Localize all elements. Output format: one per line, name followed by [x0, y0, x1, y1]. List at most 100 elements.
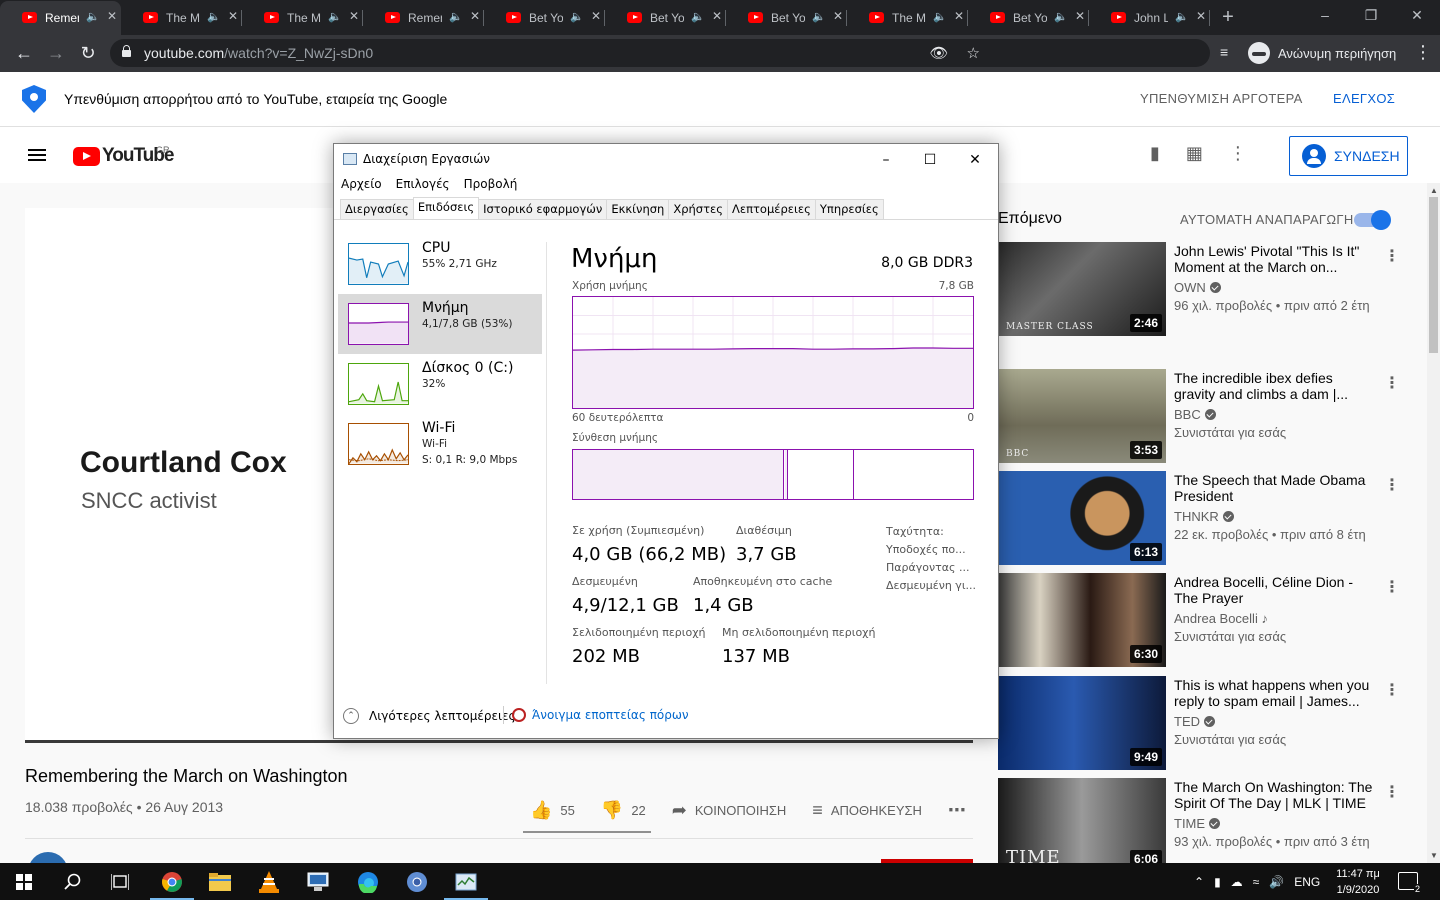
back-icon[interactable]: ← — [8, 43, 40, 64]
video-thumbnail[interactable]: 6:30 — [998, 573, 1166, 667]
video-thumbnail[interactable]: 6:13 — [998, 471, 1166, 565]
more-options-icon[interactable]: ⋮ — [1384, 782, 1400, 802]
share-button[interactable]: ΚΟΙΝΟΠΟΙΗΣΗ — [695, 803, 786, 818]
tracking-blocked-icon[interactable]: 👁 — [930, 44, 949, 62]
browser-tab[interactable]: The March on Washington 🔈 ✕ — [847, 1, 968, 35]
tray-overflow-icon[interactable]: ⌃ — [1194, 875, 1204, 889]
thumbs-down-icon[interactable]: 👎 — [601, 800, 623, 821]
tab-close-icon[interactable]: ✕ — [591, 9, 601, 23]
tab-close-icon[interactable]: ✕ — [107, 9, 117, 23]
task-manager-taskbar-icon[interactable] — [444, 870, 488, 900]
perf-item[interactable]: Wi-Fi Wi-Fi S: 0,1 R: 9,0 Mbps — [338, 414, 542, 474]
video-thumbnail[interactable]: TIME 6:06 — [998, 778, 1166, 872]
windows-start-icon[interactable] — [12, 870, 36, 894]
more-options-icon[interactable]: ⋮ — [1384, 246, 1400, 266]
fewer-details-button[interactable]: ⌃ Λιγότερες λεπτομέρειες — [343, 708, 516, 724]
minimize-icon[interactable]: – — [1302, 0, 1348, 30]
more-options-icon[interactable]: ⋮ — [1384, 475, 1400, 495]
perf-item[interactable]: Μνήμη 4,1/7,8 GB (53%) — [338, 294, 542, 354]
browser-tab[interactable]: Bet You Didn't Know 🔈 ✕ — [968, 1, 1089, 35]
more-options-icon[interactable]: ⋮ — [1384, 680, 1400, 700]
battery-icon[interactable]: ▮ — [1214, 875, 1221, 889]
create-video-icon[interactable]: ▮ — [1150, 143, 1160, 164]
browser-tab[interactable]: The March on Washington 🔈 ✕ — [121, 1, 242, 35]
channel-name[interactable]: TIME — [1174, 816, 1221, 831]
tab-close-icon[interactable]: ✕ — [712, 9, 722, 23]
more-actions-icon[interactable]: ⋯ — [948, 800, 966, 821]
audio-playing-icon[interactable]: 🔈 — [1054, 10, 1068, 23]
audio-playing-icon[interactable]: 🔈 — [1175, 10, 1189, 23]
channel-name[interactable]: Andrea Bocelli ♪ — [1174, 611, 1268, 626]
save-button[interactable]: ΑΠΟΘΗΚΕΥΣΗ — [831, 803, 922, 818]
recommended-video[interactable]: 6:13 The Speech that Made Obama President… — [998, 471, 1400, 565]
video-thumbnail[interactable]: MASTER CLASS 2:46 — [998, 242, 1166, 336]
video-progress-bar[interactable] — [25, 740, 973, 743]
remind-later-button[interactable]: ΥΠΕΝΘΥΜΙΣΗ ΑΡΓΟΤΕΡΑ — [1140, 91, 1303, 106]
address-bar[interactable]: youtube.com/watch?v=Z_NwZj-sDn0 👁 ☆ — [110, 39, 1210, 67]
perf-item[interactable]: CPU 55% 2,71 GHz — [338, 234, 542, 294]
tm-tab[interactable]: Επιδόσεις — [412, 197, 480, 218]
scroll-up-icon[interactable]: ▲ — [1430, 186, 1438, 195]
tm-menu-item[interactable]: Αρχείο — [334, 177, 389, 195]
task-view-icon[interactable] — [108, 870, 132, 894]
new-tab-button[interactable]: + — [1210, 6, 1246, 29]
tab-close-icon[interactable]: ✕ — [349, 9, 359, 23]
recommended-video[interactable]: MASTER CLASS 2:46 John Lewis' Pivotal "Thi… — [998, 242, 1400, 336]
recommended-title[interactable]: The Speech that Made Obama President — [1174, 472, 1374, 504]
channel-name[interactable]: BBC — [1174, 407, 1216, 422]
browser-tab[interactable]: Bet You Didn't Know 🔈 ✕ — [726, 1, 847, 35]
tm-menu-item[interactable]: Επιλογές — [389, 177, 457, 195]
browser-tab[interactable]: John Lewis 🔈 ✕ — [1089, 1, 1210, 35]
audio-playing-icon[interactable]: 🔈 — [86, 10, 100, 23]
task-manager-titlebar[interactable]: Διαχείριση Εργασιών – ☐ ✕ — [334, 144, 998, 175]
recommended-video[interactable]: 9:49 This is what happens when you reply … — [998, 676, 1400, 770]
recommended-title[interactable]: This is what happens when you reply to s… — [1174, 677, 1374, 709]
file-explorer-icon[interactable] — [208, 870, 232, 894]
open-resource-monitor-link[interactable]: Άνοιγμα εποπτείας πόρων — [512, 708, 689, 722]
audio-playing-icon[interactable]: 🔈 — [812, 10, 826, 23]
chrome-incognito-icon[interactable] — [405, 870, 429, 894]
channel-name[interactable]: OWN — [1174, 280, 1221, 295]
channel-name[interactable]: TED — [1174, 714, 1215, 729]
audio-playing-icon[interactable]: 🔈 — [570, 10, 584, 23]
video-thumbnail[interactable]: 9:49 — [998, 676, 1166, 770]
dislike-count[interactable]: 22 — [631, 803, 645, 818]
incognito-indicator[interactable]: Ανώνυμη περιήγηση — [1248, 41, 1396, 65]
browser-tab[interactable]: Bet You Didn't Know 🔈 ✕ — [484, 1, 605, 35]
browser-menu-icon[interactable]: ⋮ — [1414, 42, 1432, 63]
reading-list-icon[interactable]: ≡ — [1220, 44, 1228, 60]
page-scrollbar[interactable]: ▲ ▼ — [1427, 183, 1440, 863]
like-count[interactable]: 55 — [560, 803, 574, 818]
browser-tab[interactable]: The March on Washington 🔈 ✕ — [242, 1, 363, 35]
autoplay-toggle[interactable] — [1354, 210, 1391, 230]
apps-grid-icon[interactable]: ▦ — [1186, 143, 1203, 164]
vlc-icon[interactable] — [257, 870, 281, 894]
tm-close-icon[interactable]: ✕ — [952, 147, 998, 173]
audio-playing-icon[interactable]: 🔈 — [207, 10, 221, 23]
youtube-logo-icon[interactable] — [73, 147, 100, 166]
cloud-icon[interactable]: ☁ — [1231, 875, 1243, 889]
audio-playing-icon[interactable]: 🔈 — [933, 10, 947, 23]
forward-icon[interactable]: → — [40, 43, 72, 64]
more-options-icon[interactable]: ⋮ — [1384, 577, 1400, 597]
notifications-icon[interactable]: 2 — [1398, 872, 1421, 894]
clock[interactable]: 11:47 πμ 1/9/2020 — [1328, 866, 1388, 898]
reload-icon[interactable]: ↻ — [72, 43, 104, 64]
tm-tab[interactable]: Εκκίνηση — [606, 199, 670, 220]
channel-name[interactable]: THNKR — [1174, 509, 1234, 524]
tm-minimize-icon[interactable]: – — [863, 147, 909, 173]
close-icon[interactable]: ✕ — [1394, 0, 1440, 30]
recommended-title[interactable]: The March On Washington: The Spirit Of T… — [1174, 779, 1374, 811]
wifi-icon[interactable]: ≈ — [1253, 875, 1260, 889]
tab-close-icon[interactable]: ✕ — [1075, 9, 1085, 23]
recommended-title[interactable]: Andrea Bocelli, Céline Dion - The Prayer — [1174, 574, 1374, 606]
volume-icon[interactable]: 🔊 — [1269, 875, 1284, 889]
audio-playing-icon[interactable]: 🔈 — [691, 10, 705, 23]
tab-close-icon[interactable]: ✕ — [228, 9, 238, 23]
more-options-icon[interactable]: ⋮ — [1384, 373, 1400, 393]
thumbs-up-icon[interactable]: 👍 — [530, 800, 552, 821]
restore-icon[interactable]: ❐ — [1348, 0, 1394, 30]
tm-maximize-icon[interactable]: ☐ — [907, 147, 953, 173]
scroll-down-icon[interactable]: ▼ — [1430, 851, 1438, 860]
tab-close-icon[interactable]: ✕ — [470, 9, 480, 23]
